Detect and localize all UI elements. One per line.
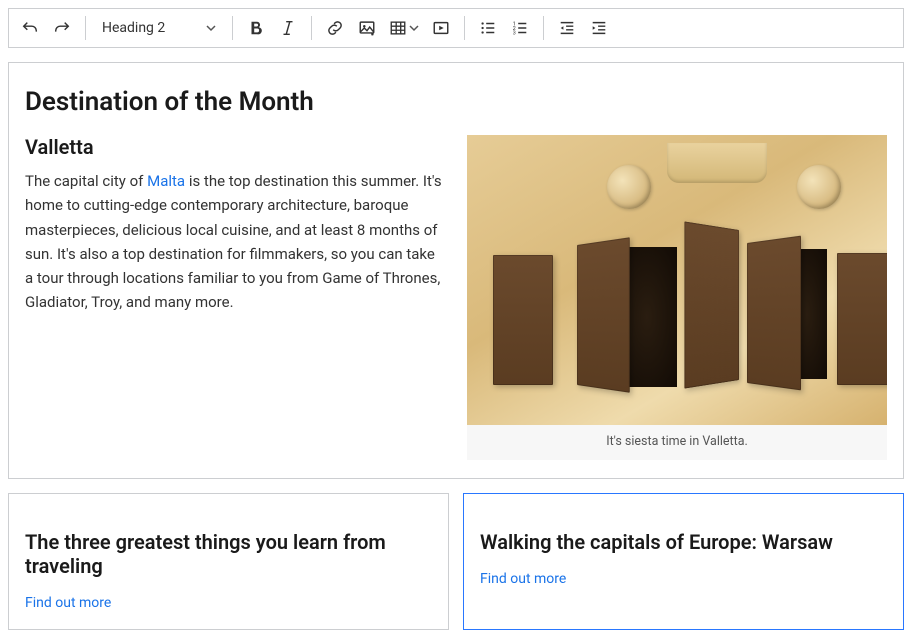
related-card-link[interactable]: Find out more — [480, 571, 566, 587]
toolbar-separator — [85, 16, 86, 40]
link-button[interactable] — [320, 13, 350, 43]
bulleted-list-button[interactable] — [473, 13, 503, 43]
outdent-button[interactable] — [552, 13, 582, 43]
body-link-malta[interactable]: Malta — [147, 172, 185, 190]
image-button[interactable] — [352, 13, 382, 43]
related-card-title[interactable]: The three greatest things you learn from… — [25, 530, 432, 578]
related-card-link[interactable]: Find out more — [25, 595, 111, 611]
body-text-post: is the top destination this summer. It's… — [25, 172, 442, 311]
toolbar-separator — [543, 16, 544, 40]
body-text-pre: The capital city of — [25, 172, 147, 190]
numbered-list-button[interactable]: 123 — [505, 13, 535, 43]
headings-dropdown[interactable]: Heading 2 — [94, 13, 224, 43]
related-card-title[interactable]: Walking the capitals of Europe: Warsaw — [480, 530, 887, 554]
content-columns: Valletta The capital city of Malta is th… — [25, 135, 887, 460]
toolbar-separator — [311, 16, 312, 40]
toolbar-separator — [232, 16, 233, 40]
featured-image[interactable] — [467, 135, 887, 425]
body-paragraph[interactable]: The capital city of Malta is the top des… — [25, 169, 445, 315]
related-card[interactable]: The three greatest things you learn from… — [8, 493, 449, 630]
related-card[interactable]: Walking the capitals of Europe: Warsaw F… — [463, 493, 904, 630]
italic-button[interactable] — [273, 13, 303, 43]
redo-button[interactable] — [47, 13, 77, 43]
toolbar-separator — [464, 16, 465, 40]
chevron-down-icon — [206, 23, 216, 33]
indent-button[interactable] — [584, 13, 614, 43]
table-dropdown-button[interactable] — [384, 13, 424, 43]
right-column: It's siesta time in Valletta. — [467, 135, 887, 460]
media-button[interactable] — [426, 13, 456, 43]
svg-text:3: 3 — [513, 30, 516, 36]
city-heading[interactable]: Valletta — [25, 135, 445, 159]
image-caption[interactable]: It's siesta time in Valletta. — [467, 425, 887, 460]
left-column[interactable]: Valletta The capital city of Malta is th… — [25, 135, 445, 460]
chevron-down-icon — [409, 23, 419, 33]
editor-toolbar: Heading 2 123 — [8, 8, 904, 48]
bold-button[interactable] — [241, 13, 271, 43]
page-title[interactable]: Destination of the Month — [25, 87, 887, 117]
undo-button[interactable] — [15, 13, 45, 43]
main-content-card[interactable]: Destination of the Month Valletta The ca… — [8, 62, 904, 479]
headings-dropdown-label: Heading 2 — [102, 20, 165, 36]
featured-image-figure[interactable]: It's siesta time in Valletta. — [467, 135, 887, 460]
related-cards-row: The three greatest things you learn from… — [8, 493, 904, 630]
